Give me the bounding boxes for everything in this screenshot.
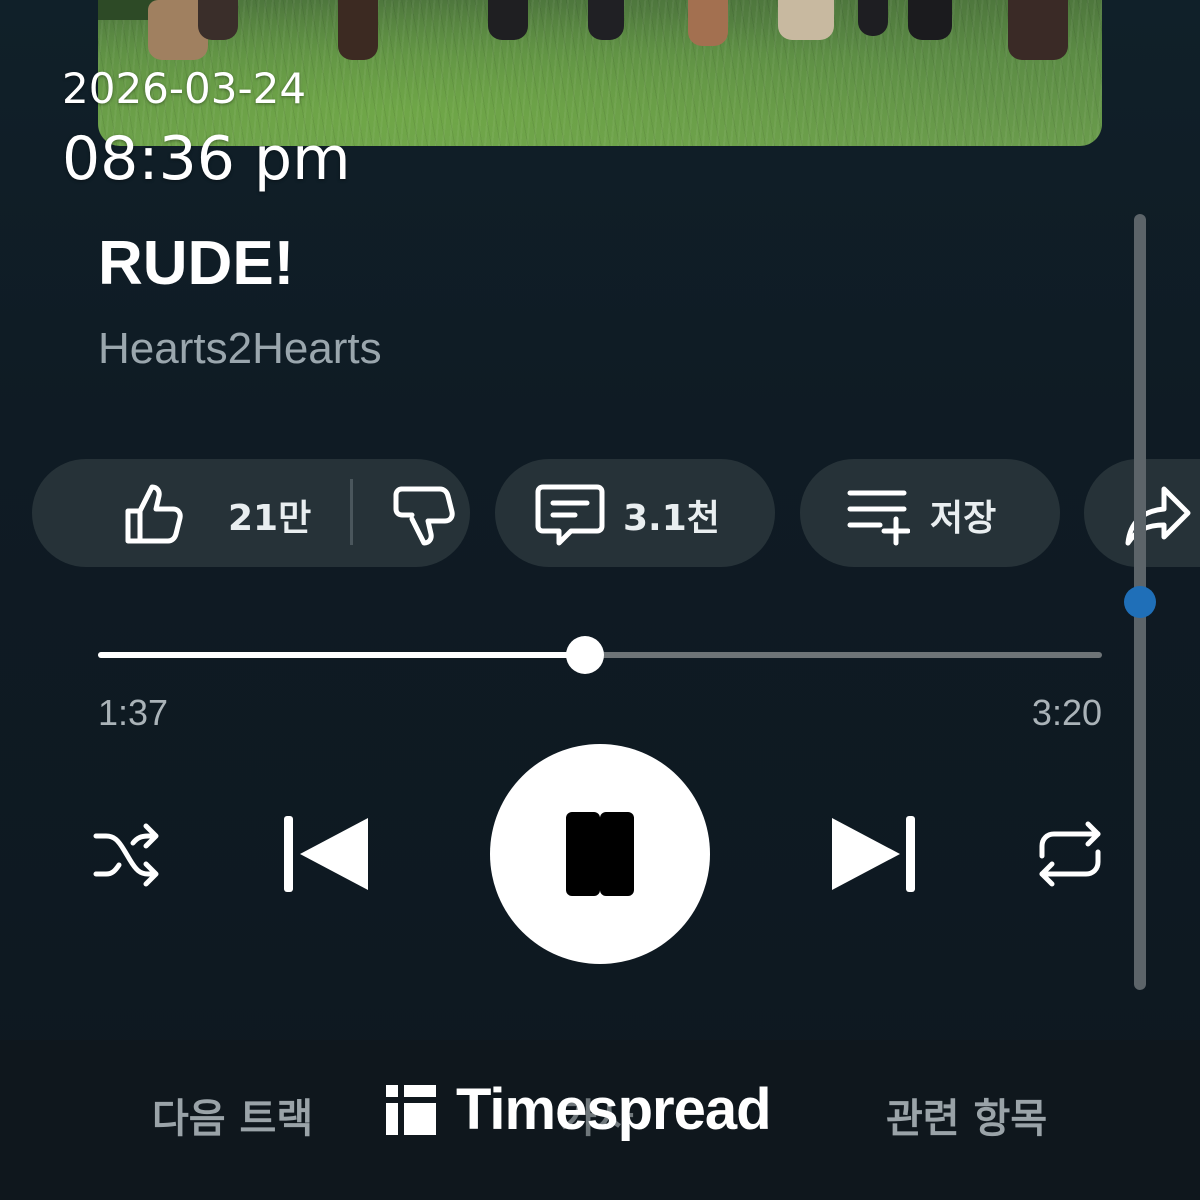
like-count: 21만 [228,498,312,539]
timestamp-time: 08:36 pm [62,124,351,194]
tab-next-track[interactable]: 다음 트랙 [152,1086,313,1144]
previous-icon [284,816,368,892]
scroll-indicator-dot[interactable] [1124,586,1156,618]
track-title: RUDE! [98,229,295,298]
album-art-figure [858,0,888,36]
album-art-figure [198,0,238,40]
elapsed-time: 1:37 [98,692,169,733]
pause-button[interactable] [490,744,710,964]
album-art-figure [1008,0,1068,60]
pause-icon-bar [600,812,634,896]
like-dislike-chip: 21만 [32,459,470,567]
repeat-icon [1039,821,1101,887]
thumbs-up-icon[interactable] [122,481,188,551]
watermark-text: Timespread [456,1077,772,1142]
next-icon [832,816,915,892]
album-art-figure [488,0,528,40]
watermark: Timespread [386,1076,772,1143]
comments-chip[interactable]: 3.1천 [495,459,775,567]
comment-count: 3.1천 [623,498,720,539]
thumbs-down-icon[interactable] [392,481,458,551]
tab-related[interactable]: 관련 항목 [886,1086,1047,1144]
repeat-button[interactable] [1032,818,1108,894]
total-time: 3:20 [1031,692,1102,733]
album-art-figure [338,0,378,60]
music-player-screen: 2026-03-24 08:36 pm RUDE! Hearts2Hearts … [0,0,1200,1200]
comment-icon [535,481,605,553]
shuffle-icon [93,823,159,887]
chip-divider [350,479,353,545]
watermark-logo-icon [386,1084,436,1135]
shuffle-button[interactable] [90,818,162,894]
album-art-figure [778,0,834,40]
next-button[interactable] [826,812,922,900]
save-playlist-icon [846,487,911,551]
save-label: 저장 [930,498,997,539]
previous-button[interactable] [280,812,376,900]
save-chip[interactable]: 저장 [800,459,1060,567]
progress-fill [98,652,585,658]
album-art-figure [588,0,624,40]
timestamp-date: 2026-03-24 [62,64,307,113]
album-art-figure [908,0,952,40]
track-artist[interactable]: Hearts2Hearts [98,324,382,374]
progress-thumb[interactable] [565,636,604,674]
pause-icon [566,812,600,896]
progress-bar[interactable] [98,636,1102,674]
album-art-figure [688,0,728,46]
